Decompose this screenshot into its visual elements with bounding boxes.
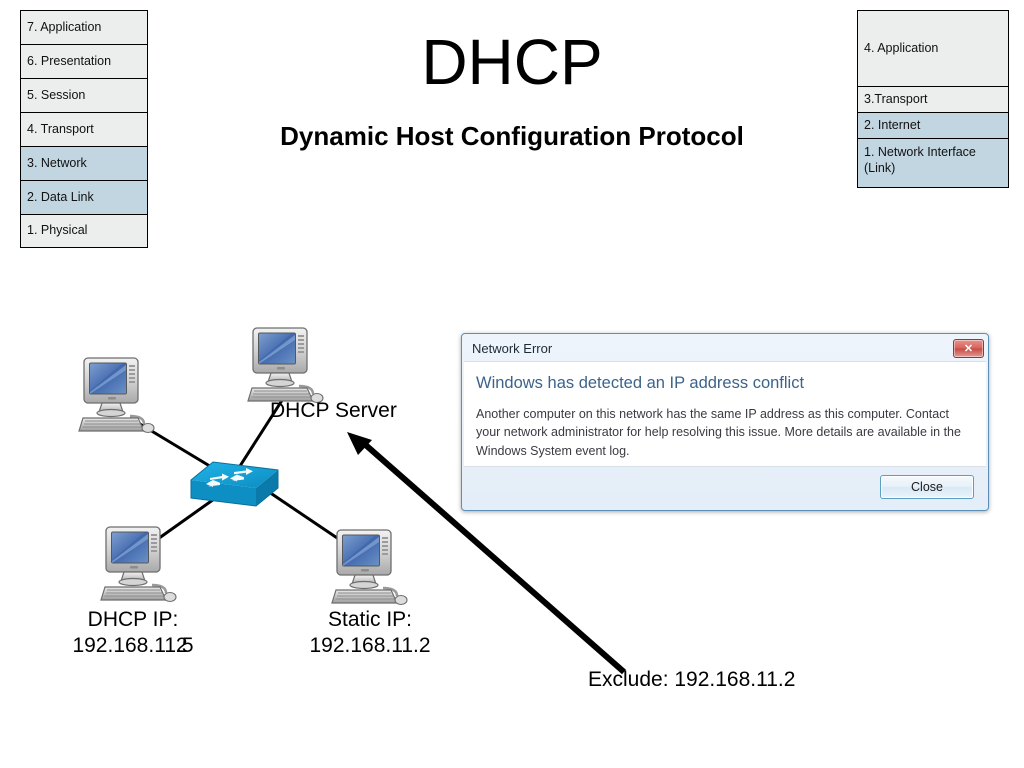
dhcp-client-ip-line2: 192.168.11. 2 5 bbox=[48, 633, 218, 659]
dialog-heading: Windows has detected an IP address confl… bbox=[476, 374, 805, 392]
static-client-ip-label: Static IP: 192.168.11.2 bbox=[280, 607, 460, 658]
dialog-body: Windows has detected an IP address confl… bbox=[464, 361, 986, 467]
dhcp-server-label: DHCP Server bbox=[270, 399, 397, 422]
osi-layer-1: 1. Physical bbox=[20, 214, 148, 248]
network-error-dialog[interactable]: Network Error ✕ Windows has detected an … bbox=[461, 333, 989, 511]
tcpip-layer-label: 1. Network Interface (Link) bbox=[864, 145, 976, 175]
dhcp-client-ip-prefix: 192.168.11. bbox=[72, 633, 182, 657]
computer-icon-dhcp-server bbox=[246, 326, 325, 404]
page-subtitle: Dynamic Host Configuration Protocol bbox=[280, 121, 744, 151]
dhcp-client-ip-ghost-digit: 2 bbox=[175, 633, 188, 657]
page-title: DHCP bbox=[421, 26, 603, 98]
computer-icon-client-topleft bbox=[77, 356, 156, 434]
computer-icon-dhcp-client bbox=[99, 525, 178, 603]
network-switch-icon bbox=[190, 461, 279, 507]
osi-layer-3: 3. Network bbox=[20, 146, 148, 180]
dhcp-client-ip-last-octet: 25 bbox=[176, 633, 194, 659]
static-client-ip-line2: 192.168.11.2 bbox=[309, 633, 431, 657]
exclude-label: Exclude: 192.168.11.2 bbox=[588, 668, 796, 691]
link-switch-to-client-topleft bbox=[129, 416, 219, 473]
osi-layer-label: 2. Data Link bbox=[27, 189, 94, 204]
tcpip-layer-label: 3.Transport bbox=[864, 91, 928, 106]
link-switch-to-static-client bbox=[265, 488, 353, 550]
link-switch-to-client-bottom bbox=[147, 490, 225, 548]
osi-layer-label: 1. Physical bbox=[27, 223, 88, 238]
dialog-titlebar[interactable]: Network Error ✕ bbox=[464, 336, 986, 361]
dhcp-client-ip-label: DHCP IP: 192.168.11. 2 5 bbox=[48, 607, 218, 658]
dhcp-client-ip-line1: DHCP IP: bbox=[87, 608, 179, 631]
osi-layer-2: 2. Data Link bbox=[20, 180, 148, 214]
close-icon[interactable]: ✕ bbox=[953, 339, 984, 358]
static-client-ip-line1: Static IP: bbox=[327, 608, 413, 631]
dialog-footer: Close bbox=[464, 467, 986, 507]
close-button[interactable]: Close bbox=[880, 475, 974, 499]
osi-layer-label: 3. Network bbox=[27, 155, 87, 170]
dialog-message: Another computer on this network has the… bbox=[476, 406, 961, 458]
computer-icon-static-client bbox=[330, 528, 409, 606]
dialog-title: Network Error bbox=[472, 341, 553, 356]
